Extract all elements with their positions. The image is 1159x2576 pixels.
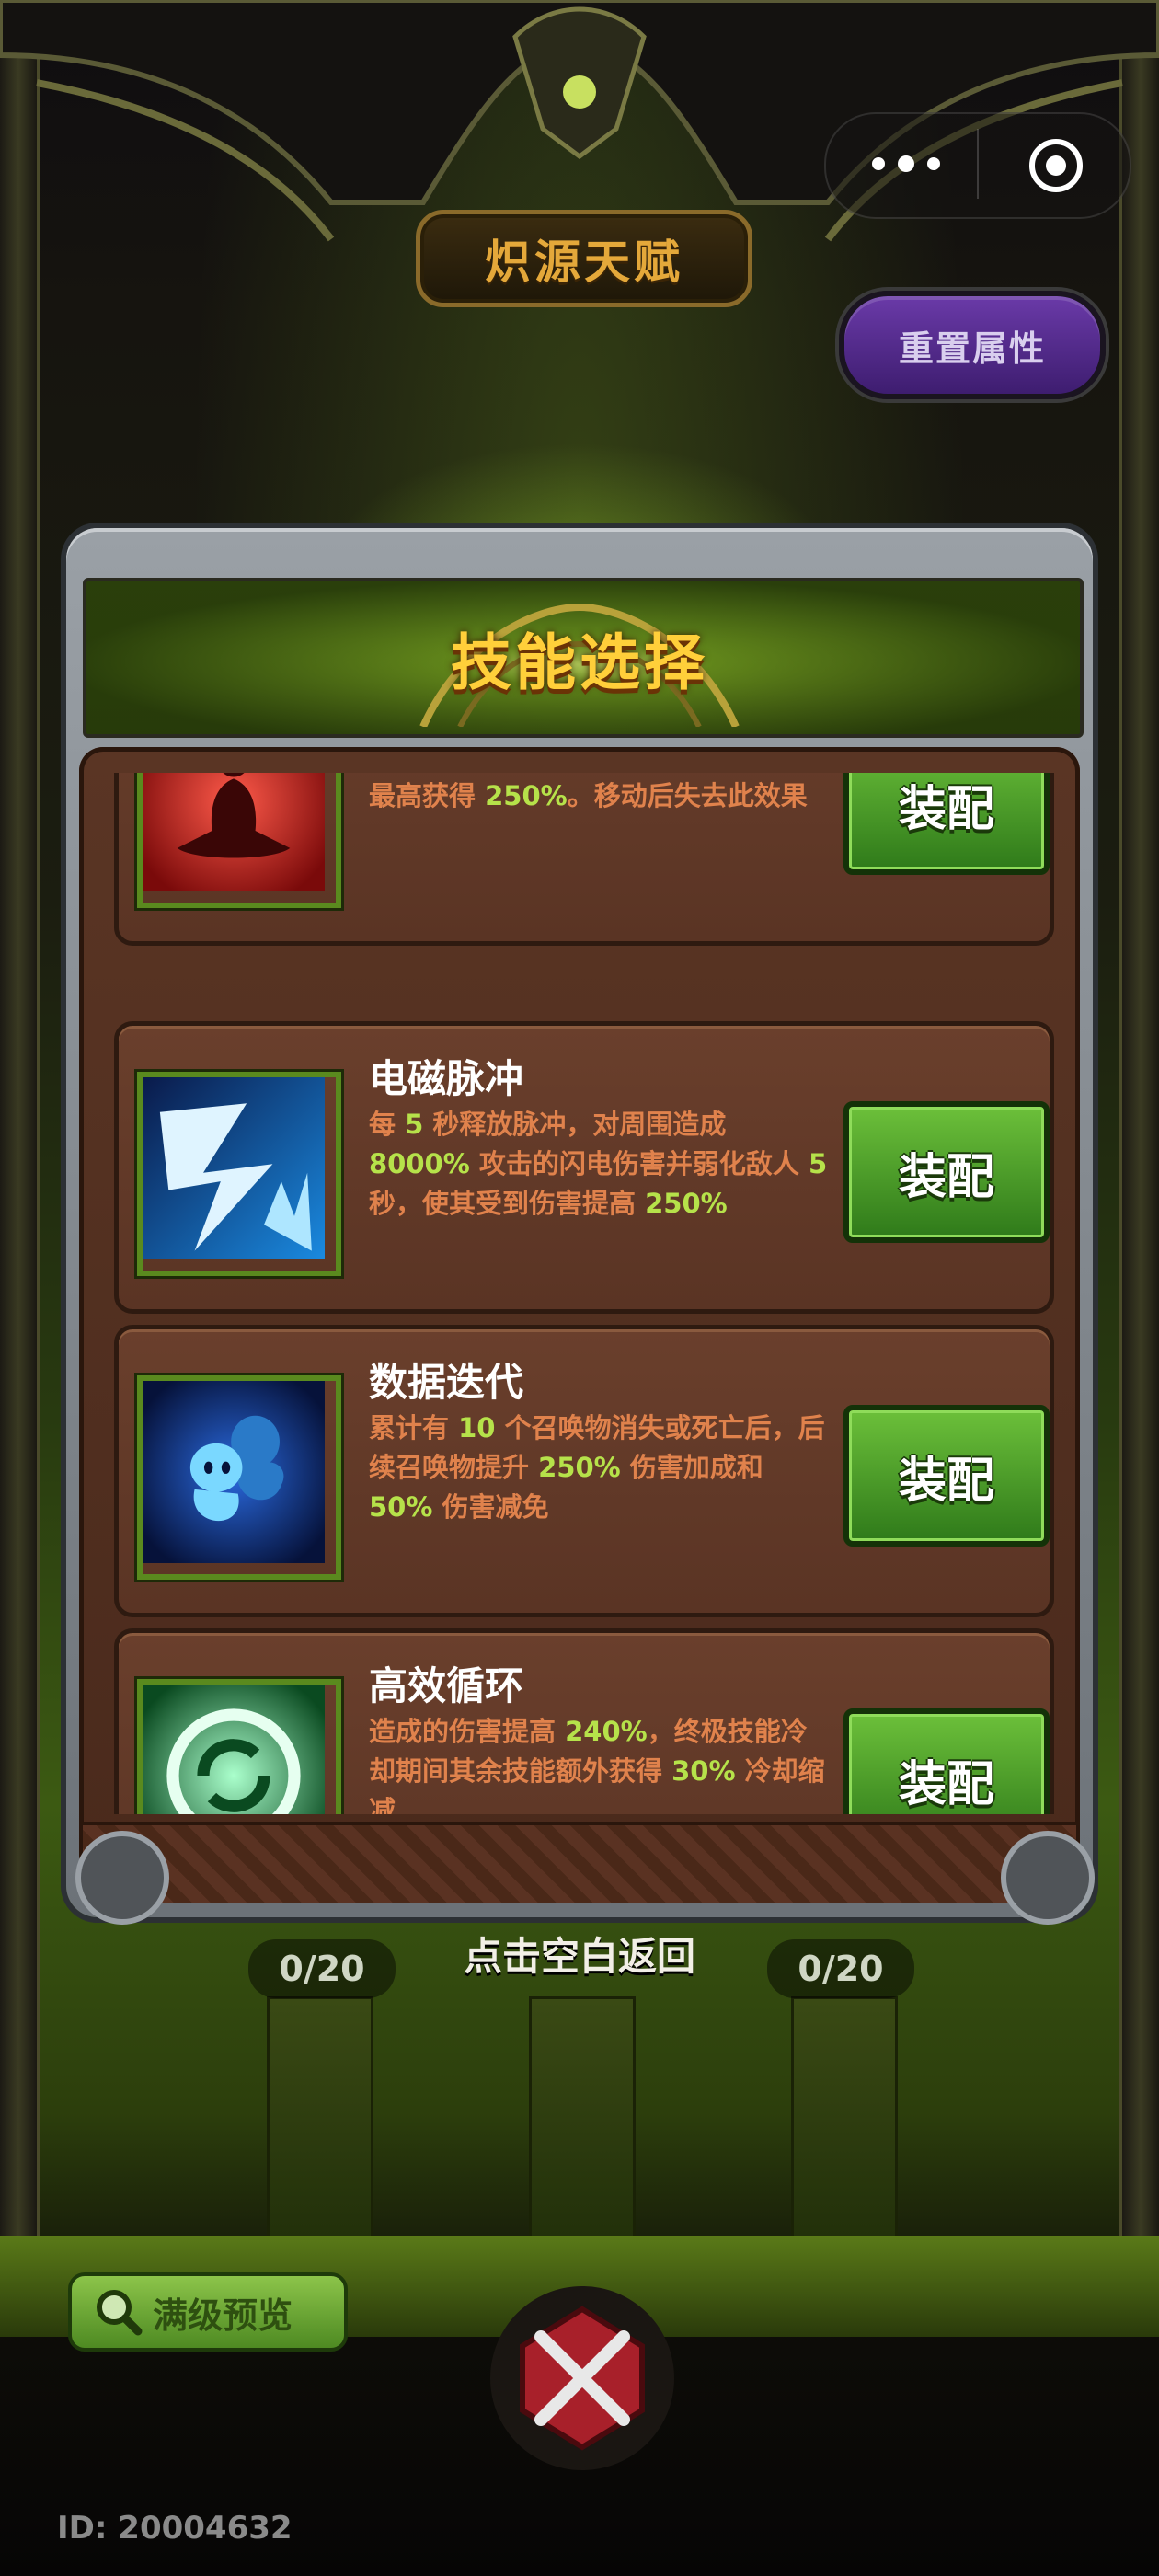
reset-attributes-button[interactable]: 重置属性 — [839, 291, 1106, 399]
green-swirl-icon — [137, 1679, 341, 1814]
lightning-strike-icon — [137, 1072, 341, 1276]
dialog-corner-ornament — [1001, 1831, 1095, 1925]
skill-description: 累计有 10 个召唤物消失或死亡后，后续召唤物提升 250% 伤害加成和 50%… — [369, 1412, 825, 1523]
talent-counter: 0/20 — [767, 1939, 914, 1998]
magnifier-icon — [97, 2290, 143, 2336]
skill-description: 原地不动时获得逐渐提高的伤害加成，最高获得 250%。移动后失去此效果 — [369, 780, 808, 811]
equip-button[interactable]: 装配 — [843, 1405, 1050, 1547]
equip-button-label: 装配 — [898, 1149, 994, 1205]
right-frame-border — [1119, 0, 1159, 2318]
skill-name: 数据迭代 — [369, 1360, 524, 1405]
skill-card: 原地不动时获得逐渐提高的伤害加成，最高获得 250%。移动后失去此效果 装配 — [114, 773, 1054, 946]
skill-description: 造成的伤害提高 240%，终极技能冷却期间其余技能额外获得 30% 冷却缩减 — [369, 1716, 825, 1814]
skill-card: 高效循环 造成的伤害提高 240%，终极技能冷却期间其余技能额外获得 30% 冷… — [114, 1628, 1054, 1814]
meditation-figure-icon — [137, 773, 341, 908]
max-level-preview-button[interactable]: 满级预览 — [68, 2272, 348, 2352]
skill-list[interactable]: 原地不动时获得逐渐提高的伤害加成，最高获得 250%。移动后失去此效果 装配 电… — [101, 773, 1056, 1814]
summon-spirits-icon — [137, 1375, 341, 1580]
target-close-icon[interactable] — [1028, 138, 1084, 193]
reset-attributes-label: 重置属性 — [898, 328, 1046, 369]
skill-name: 电磁脉冲 — [369, 1056, 524, 1101]
menu-divider — [977, 129, 979, 199]
dismiss-hint[interactable]: 点击空白返回 — [432, 1925, 727, 1982]
left-frame-border — [0, 0, 40, 2318]
talent-pillar — [529, 1996, 636, 2241]
page-title: 炽源天赋 — [485, 236, 683, 289]
equip-button[interactable]: 装配 — [843, 1101, 1050, 1243]
equip-button-label: 装配 — [898, 781, 994, 837]
more-dots-icon[interactable] — [865, 138, 947, 190]
user-id: ID: 20004632 — [57, 2510, 293, 2547]
dialog-bottom-trim — [83, 1822, 1076, 1903]
skill-card: 电磁脉冲 每 5 秒释放脉冲，对周围造成 8000% 攻击的闪电伤害并弱化敌人 … — [114, 1021, 1054, 1314]
equip-button-label: 装配 — [898, 1756, 994, 1812]
crossed-swords-emblem-icon[interactable] — [486, 2282, 679, 2475]
talent-pillar — [791, 1996, 898, 2241]
skill-description: 每 5 秒释放脉冲，对周围造成 8000% 攻击的闪电伤害并弱化敌人 5 秒，使… — [369, 1109, 828, 1219]
dialog-title-text: 技能选择 — [451, 627, 708, 698]
dialog-corner-ornament — [75, 1831, 169, 1925]
equip-button[interactable]: 装配 — [843, 773, 1050, 875]
talent-pillar — [267, 1996, 373, 2241]
equip-button[interactable]: 装配 — [843, 1708, 1050, 1814]
talent-counter: 0/20 — [248, 1939, 396, 1998]
page-title-plate: 炽源天赋 — [416, 210, 752, 307]
equip-button-label: 装配 — [898, 1453, 994, 1509]
skill-name: 高效循环 — [369, 1663, 524, 1708]
skill-card: 数据迭代 累计有 10 个召唤物消失或死亡后，后续召唤物提升 250% 伤害加成… — [114, 1325, 1054, 1617]
max-level-preview-label: 满级预览 — [153, 2294, 293, 2336]
dialog-title: 技能选择 — [368, 607, 791, 708]
